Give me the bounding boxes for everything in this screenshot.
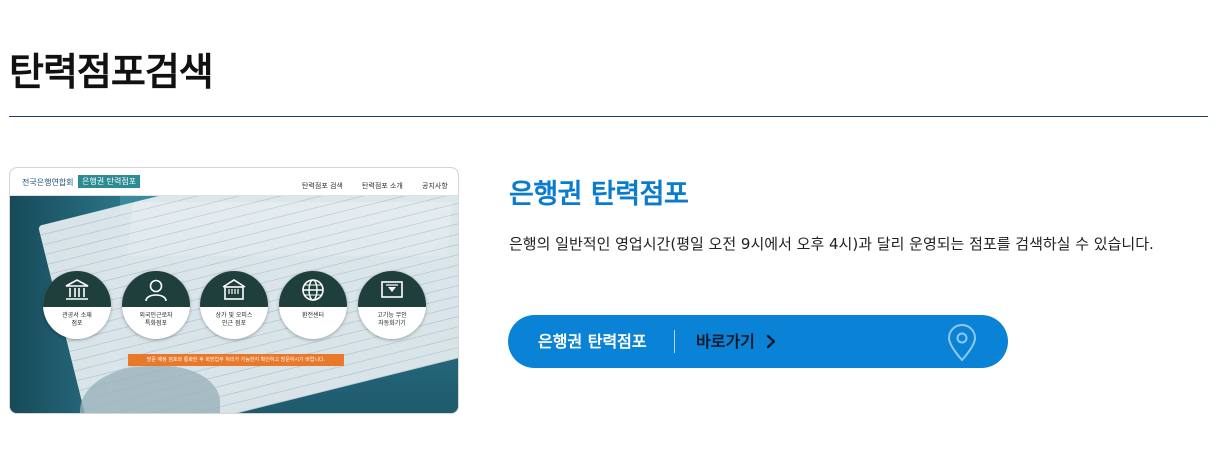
circle-label: 외국인근로자 <box>139 312 173 319</box>
section-description: 은행의 일반적인 영업시간(평일 오전 9시에서 오후 4시)과 달리 운영되는… <box>509 235 1154 253</box>
circle-label: 환전센터 <box>301 312 325 319</box>
atm-icon <box>381 281 403 298</box>
circle-label: 고기능 무인 <box>377 312 407 319</box>
shop-icon <box>222 279 246 300</box>
circle-government: 관공서 소재 점포 <box>43 271 111 339</box>
flexible-branch-shortcut-button[interactable]: 은행권 탄력점포 바로가기 <box>508 315 1008 368</box>
banner-image: 전국은행연합회 은행권 탄력점포 탄력점포 검색 탄력점포 소개 공지사항 관공… <box>9 167 459 414</box>
circle-shop-office: 상가 및 오피스 인근 점포 <box>200 271 268 339</box>
map-pin-icon <box>947 324 977 362</box>
circle-foreign-worker: 외국인근로자 특화점포 <box>122 271 190 339</box>
globe-icon <box>302 279 324 301</box>
cta-link-text: 바로가기 <box>696 332 755 351</box>
circle-label: 상가 및 오피스 <box>215 312 253 319</box>
circle-exchange: 환전센터 <box>279 271 347 339</box>
cta-label: 은행권 탄력점포 <box>538 332 647 351</box>
government-building-icon <box>65 279 89 300</box>
circle-label: 관공서 소재 <box>62 312 92 319</box>
banner-header: 전국은행연합회 은행권 탄력점포 탄력점포 검색 탄력점포 소개 공지사항 <box>10 168 458 196</box>
circle-label: 인근 점포 <box>222 320 246 327</box>
category-circles: 관공서 소재 점포 외국인근로자 특화점포 상가 및 오피스 인근 점포 환전센… <box>43 271 433 351</box>
circle-label: 특화점포 <box>144 320 168 327</box>
page-title: 탄력점포검색 <box>9 50 214 94</box>
person-icon <box>145 279 167 302</box>
circle-atm: 고기능 무인 자동화기기 <box>358 271 426 339</box>
banner-notice: 방문 예정 점포와 통화한 후 희망업무 처리가 가능한지 확인하고 방문하시기… <box>128 354 344 366</box>
title-divider <box>9 116 1208 117</box>
banner-nav-intro: 탄력점포 소개 <box>362 182 403 190</box>
banner-nav-search: 탄력점포 검색 <box>302 182 343 190</box>
banner-nav-notice: 공지사항 <box>422 182 448 190</box>
banner-brand: 전국은행연합회 <box>22 178 74 187</box>
banner-photo: 관공서 소재 점포 외국인근로자 특화점포 상가 및 오피스 인근 점포 환전센… <box>10 196 458 413</box>
circle-label: 자동화기기 <box>378 320 406 327</box>
banner-brand-tag: 은행권 탄력점포 <box>78 175 141 188</box>
section-heading: 은행권 탄력점포 <box>509 179 689 210</box>
circle-label: 점포 <box>71 320 83 327</box>
cta-divider <box>674 330 675 353</box>
chevron-right-icon <box>766 334 776 349</box>
